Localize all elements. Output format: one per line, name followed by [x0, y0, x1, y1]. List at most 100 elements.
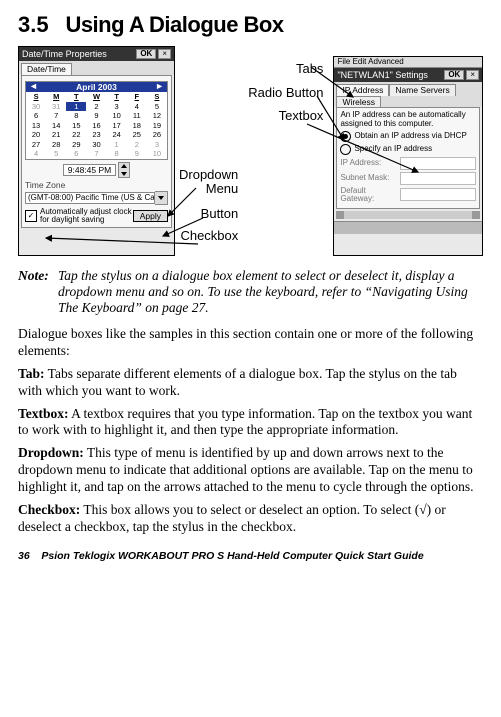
day[interactable]: 18 — [127, 121, 147, 131]
month-bar: ◄ April 2003 ► — [26, 82, 167, 93]
day[interactable]: 13 — [26, 121, 46, 131]
gateway-textbox[interactable] — [400, 188, 476, 201]
ok-button-2[interactable]: OK — [444, 70, 464, 80]
dow: T — [107, 92, 127, 102]
cal-row: 20212223242526 — [26, 130, 167, 140]
tab-ip[interactable]: IP Address — [336, 84, 389, 96]
ip-textbox[interactable] — [400, 157, 476, 170]
day[interactable]: 20 — [26, 130, 46, 140]
figure-row: Date/Time Properties OK × Date/Time ◄ Ap… — [18, 46, 483, 256]
day[interactable]: 10 — [107, 111, 127, 121]
timezone-value: (GMT-08:00) Pacific Time (US & Ca — [25, 192, 155, 204]
day[interactable]: 4 — [26, 149, 46, 159]
day[interactable]: 11 — [127, 111, 147, 121]
day[interactable]: 21 — [46, 130, 66, 140]
ok-button[interactable]: OK — [136, 49, 156, 59]
dow: M — [46, 92, 66, 102]
day[interactable]: 15 — [66, 121, 86, 131]
dow: S — [147, 92, 167, 102]
day[interactable]: 26 — [147, 130, 167, 140]
day[interactable]: 9 — [127, 149, 147, 159]
scrollbar[interactable] — [336, 211, 480, 219]
month-label: April 2003 — [76, 82, 117, 92]
day[interactable]: 24 — [107, 130, 127, 140]
day[interactable]: 31 — [46, 102, 66, 112]
network-pane: An IP address can be automatically assig… — [336, 107, 480, 209]
close-button-2[interactable]: × — [466, 70, 479, 80]
text-checkbox: This box allows you to select or deselec… — [18, 502, 446, 534]
day[interactable]: 5 — [46, 149, 66, 159]
tab-wireless[interactable]: Wireless — [336, 96, 381, 108]
day[interactable]: 19 — [147, 121, 167, 131]
tab-strip-2: IP AddressName Servers Wireless — [334, 82, 482, 107]
day[interactable]: 23 — [86, 130, 106, 140]
subnet-textbox[interactable] — [400, 172, 476, 185]
day[interactable]: 4 — [127, 102, 147, 112]
dropdown-arrow-icon[interactable] — [155, 191, 168, 205]
time-spinner[interactable] — [118, 162, 130, 178]
day[interactable]: 9 — [86, 111, 106, 121]
window-title: Date/Time Properties — [22, 50, 134, 59]
time-field[interactable]: 9:48:45 PM — [63, 164, 116, 177]
day[interactable]: 2 — [127, 140, 147, 150]
day[interactable]: 8 — [107, 149, 127, 159]
tab-dns[interactable]: Name Servers — [389, 84, 455, 96]
day[interactable]: 28 — [46, 140, 66, 150]
day[interactable]: 14 — [46, 121, 66, 131]
day[interactable]: 10 — [147, 149, 167, 159]
page-footer: 36 Psion Teklogix WORKABOUT PRO S Hand-H… — [18, 550, 483, 562]
day[interactable]: 25 — [127, 130, 147, 140]
day[interactable]: 30 — [86, 140, 106, 150]
day[interactable]: 12 — [147, 111, 167, 121]
desc-text: An IP address can be automatically assig… — [340, 111, 476, 129]
callout-dropdown: Dropdown Menu — [179, 168, 238, 197]
taskbar — [334, 221, 482, 234]
term-tab: Tab: — [18, 366, 45, 381]
day[interactable]: 5 — [147, 102, 167, 112]
dst-checkbox[interactable]: ✓ — [25, 210, 37, 222]
dst-row: ✓ Automatically adjust clock for dayligh… — [25, 208, 168, 225]
day[interactable]: 2 — [86, 102, 106, 112]
day[interactable]: 16 — [86, 121, 106, 131]
dow: S — [26, 92, 46, 102]
section-number: 3.5 — [18, 12, 49, 37]
menu-bar[interactable]: File Edit Advanced — [334, 57, 482, 68]
close-button[interactable]: × — [158, 49, 171, 59]
day[interactable]: 8 — [66, 111, 86, 121]
title-bar: Date/Time Properties OK × — [19, 47, 174, 61]
field-row-subnet: Subnet Mask: — [340, 172, 476, 185]
radio-dhcp[interactable] — [340, 131, 351, 142]
callout-textbox: Textbox — [279, 109, 324, 123]
day-selected[interactable]: 1 — [66, 102, 86, 112]
next-month-button[interactable]: ► — [155, 82, 164, 91]
footer-text: Psion Teklogix WORKABOUT PRO S Hand-Held… — [41, 550, 423, 562]
prev-month-button[interactable]: ◄ — [29, 82, 38, 91]
day[interactable]: 6 — [66, 149, 86, 159]
text-tab: Tabs separate different elements of a di… — [18, 366, 457, 398]
callouts-right: Tabs Radio Button Textbox — [248, 46, 323, 256]
day[interactable]: 17 — [107, 121, 127, 131]
timezone-dropdown[interactable]: (GMT-08:00) Pacific Time (US & Ca — [25, 191, 168, 205]
callout-checkbox: Checkbox — [180, 229, 238, 243]
tab-datetime[interactable]: Date/Time — [21, 63, 72, 75]
apply-button[interactable]: Apply — [133, 210, 168, 223]
day[interactable]: 7 — [46, 111, 66, 121]
term-dropdown: Dropdown: — [18, 445, 84, 460]
ip-label: IP Address: — [340, 159, 400, 167]
day[interactable]: 3 — [107, 102, 127, 112]
day[interactable]: 7 — [86, 149, 106, 159]
note-text: Tap the stylus on a dialogue box element… — [58, 268, 483, 316]
day[interactable]: 1 — [107, 140, 127, 150]
radio-static[interactable] — [340, 144, 351, 155]
day[interactable]: 27 — [26, 140, 46, 150]
day[interactable]: 29 — [66, 140, 86, 150]
day[interactable]: 6 — [26, 111, 46, 121]
radio-row-dhcp[interactable]: Obtain an IP address via DHCP — [340, 131, 476, 142]
title-bar-2: "NETWLAN1" Settings OK × — [334, 68, 482, 82]
callout-radio: Radio Button — [248, 86, 323, 100]
day[interactable]: 3 — [147, 140, 167, 150]
day[interactable]: 30 — [26, 102, 46, 112]
radio-row-static[interactable]: Specify an IP address — [340, 144, 476, 155]
day[interactable]: 22 — [66, 130, 86, 140]
datetime-pane: ◄ April 2003 ► SMTWTFS 303112345 6789101… — [21, 75, 172, 229]
